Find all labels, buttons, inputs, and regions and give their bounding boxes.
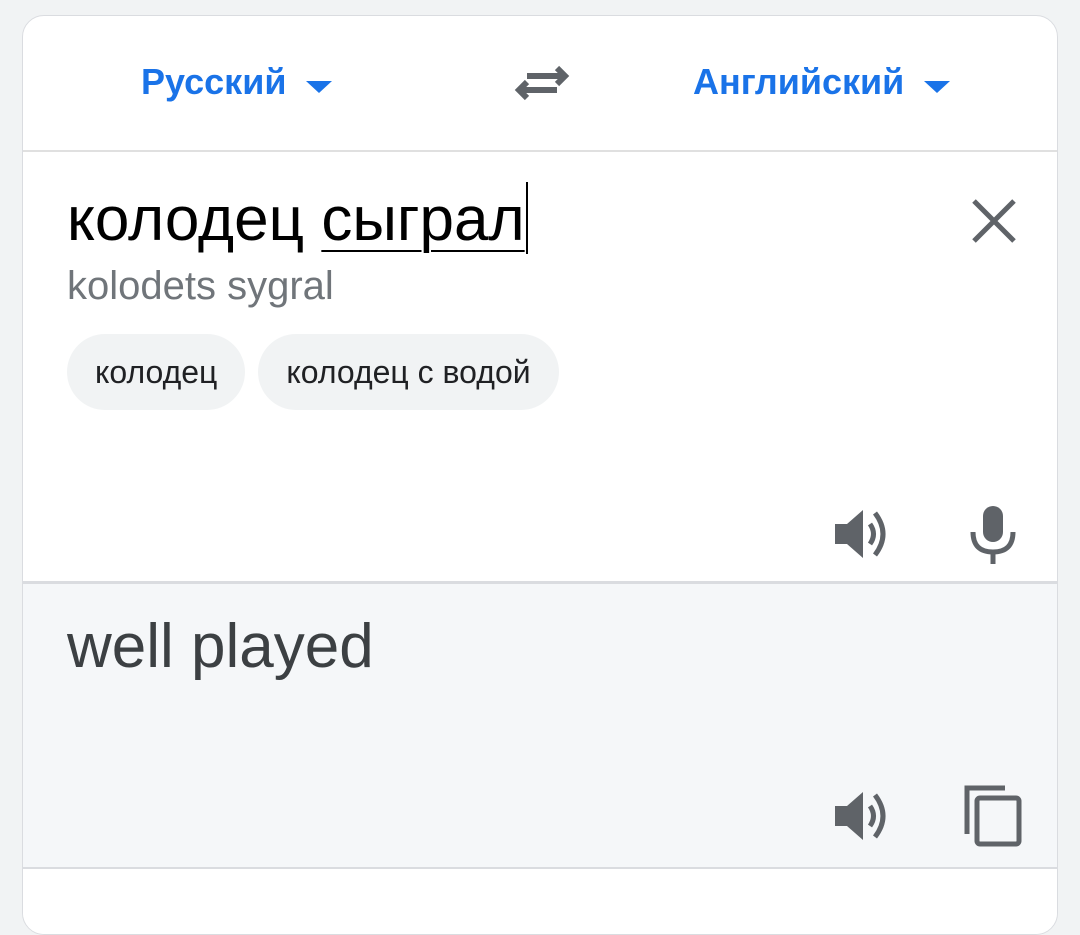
source-input-area[interactable]: колодец сыграл kolodets sygral колодец к…	[23, 152, 1057, 584]
text-cursor	[525, 182, 528, 254]
language-bar: Русский Английский	[23, 16, 1057, 152]
swap-arrows-icon	[514, 65, 570, 101]
listen-source-button[interactable]	[829, 502, 893, 566]
translate-card: Русский Английский колодец сыграл kolode…	[22, 15, 1058, 935]
chevron-down-icon	[306, 81, 333, 93]
clear-input-button[interactable]	[967, 194, 1021, 248]
source-language-label: Русский	[141, 61, 287, 102]
bottom-section	[23, 869, 1057, 934]
suggestion-chip[interactable]: колодец с водой	[258, 334, 559, 410]
source-language-selector[interactable]: Русский	[141, 60, 333, 104]
suggestion-chips: колодец колодец с водой	[67, 334, 559, 410]
source-word-2: сыграл	[321, 185, 525, 254]
chevron-down-icon	[924, 81, 951, 93]
copy-translation-button[interactable]	[961, 782, 1025, 847]
target-language-label: Английский	[693, 61, 905, 102]
listen-translation-button[interactable]	[829, 784, 893, 848]
speaker-icon	[835, 510, 886, 558]
close-icon	[972, 199, 1016, 243]
speaker-icon	[835, 792, 886, 840]
swap-languages-button[interactable]	[511, 60, 573, 108]
translation-output-area: well played	[23, 584, 1057, 869]
target-language-selector[interactable]: Английский	[693, 60, 951, 104]
microphone-button[interactable]	[961, 502, 1025, 566]
copy-icon	[964, 785, 1022, 847]
source-word-1: колодец	[67, 185, 322, 254]
suggestion-chip[interactable]: колодец	[67, 334, 246, 410]
transliteration: kolodets sygral	[67, 264, 334, 308]
source-text-input[interactable]: колодец сыграл	[67, 182, 528, 254]
microphone-icon	[970, 506, 1016, 564]
translation-text: well played	[67, 612, 374, 681]
